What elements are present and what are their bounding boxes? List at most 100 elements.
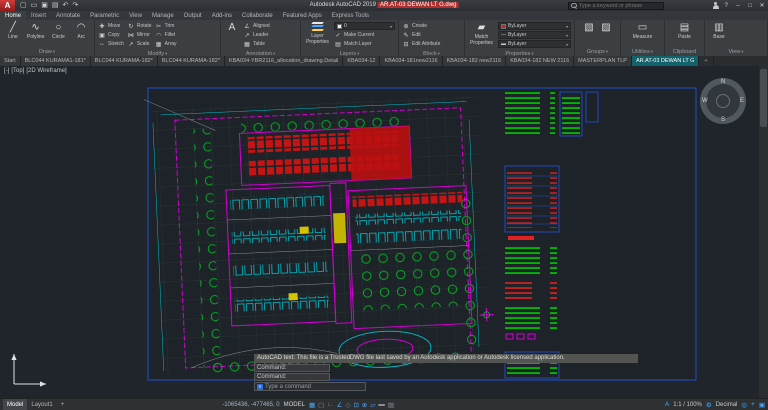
- measure-button[interactable]: ▭Measure: [632, 22, 654, 40]
- coordinates-display[interactable]: -1065436, -477465, 0: [222, 402, 279, 408]
- osnap-toggle-icon[interactable]: ⊡: [353, 401, 358, 409]
- block-panel-caption[interactable]: Block▾: [399, 50, 464, 58]
- linetype-dropdown[interactable]: —ByLayer▾: [498, 31, 571, 39]
- copy-button[interactable]: ▣Copy: [98, 31, 124, 39]
- tab-express-tools[interactable]: Express Tools: [327, 11, 374, 20]
- new-icon[interactable]: ▢: [20, 0, 27, 11]
- tab-manage[interactable]: Manage: [147, 11, 179, 20]
- tab-featured-apps[interactable]: Featured Apps: [278, 11, 327, 20]
- new-layout-button[interactable]: +: [57, 399, 69, 410]
- polar-toggle-icon[interactable]: ∠: [337, 401, 343, 409]
- text-tool-button[interactable]: A: [224, 22, 240, 33]
- annotation-visibility-icon[interactable]: A: [665, 401, 669, 408]
- edit-attribute-button[interactable]: ⊟Edit Attribute: [402, 40, 440, 48]
- new-drawing-tab-button[interactable]: +: [699, 56, 713, 66]
- workspace-gear-icon[interactable]: ⚙: [706, 401, 712, 409]
- tab-insert[interactable]: Insert: [26, 11, 51, 20]
- scale-button[interactable]: ↗Scale: [127, 40, 152, 48]
- object-isolate-icon[interactable]: ◎: [741, 401, 747, 409]
- compass-west[interactable]: W: [702, 98, 708, 104]
- paste-button[interactable]: ▤Paste: [674, 22, 696, 40]
- dynamic-input-toggle-icon[interactable]: ▱: [370, 401, 375, 409]
- model-space-label[interactable]: MODEL: [284, 402, 305, 408]
- arc-button[interactable]: ◠Arc: [71, 22, 91, 40]
- layer-dropdown[interactable]: 0▾: [334, 22, 395, 30]
- groups-panel-caption[interactable]: Groups▾: [575, 48, 620, 56]
- file-tab-start[interactable]: Start: [0, 56, 21, 66]
- match-layer-button[interactable]: ▤Match Layer: [334, 40, 395, 48]
- move-button[interactable]: ✚Move: [98, 22, 124, 30]
- circle-button[interactable]: ○Circle: [49, 22, 69, 40]
- annotation-scale-label[interactable]: 1:1 / 100%: [673, 402, 702, 408]
- navigation-compass[interactable]: N E S W: [700, 78, 746, 124]
- transparency-toggle-icon[interactable]: ▨: [388, 401, 394, 409]
- file-tab-active[interactable]: AR.AT-03 DEWAN LT G: [632, 56, 699, 66]
- ortho-toggle-icon[interactable]: ∟: [327, 401, 333, 409]
- tab-view[interactable]: View: [124, 11, 147, 20]
- create-block-button[interactable]: ⊕Create: [402, 22, 440, 30]
- make-current-button[interactable]: ✓Make Current: [334, 31, 395, 39]
- view-control[interactable]: [Top]: [11, 68, 24, 74]
- clean-screen-icon[interactable]: ▣: [759, 401, 765, 409]
- grid-toggle-icon[interactable]: ▦: [309, 401, 315, 409]
- array-button[interactable]: ▦Array: [155, 40, 177, 48]
- ungroup-button[interactable]: ▨: [599, 22, 613, 33]
- edit-block-button[interactable]: ✎Edit: [402, 31, 440, 39]
- mirror-button[interactable]: ⋈Mirror: [127, 31, 152, 39]
- tab-home[interactable]: Home: [0, 11, 26, 20]
- help-icon[interactable]: ?: [724, 0, 728, 11]
- modify-panel-caption[interactable]: Modify▾: [95, 50, 220, 58]
- file-tab[interactable]: BLC044 KURAMA1-181*: [21, 56, 91, 66]
- minimize-button[interactable]: –: [732, 0, 744, 11]
- lineweight-toggle-icon[interactable]: ▬: [378, 401, 385, 409]
- customize-plus-icon[interactable]: +: [751, 401, 755, 408]
- properties-panel-caption[interactable]: Properties▾: [465, 50, 574, 58]
- utilities-panel-caption[interactable]: Utilities▾: [621, 48, 664, 56]
- snap-toggle-icon[interactable]: ▢: [318, 401, 324, 409]
- base-view-button[interactable]: ▥Base: [708, 22, 730, 40]
- user-icon[interactable]: [712, 2, 719, 10]
- search-input[interactable]: [579, 3, 661, 9]
- otrack-toggle-icon[interactable]: ⊕: [362, 401, 367, 409]
- group-button[interactable]: ▧: [582, 22, 596, 33]
- isodraft-toggle-icon[interactable]: ◇: [345, 401, 350, 409]
- tab-annotate[interactable]: Annotate: [51, 11, 85, 20]
- maximize-button[interactable]: □: [744, 0, 756, 11]
- layers-panel-caption[interactable]: Layers▾: [301, 50, 398, 58]
- undo-icon[interactable]: ↶: [63, 0, 69, 11]
- clipboard-panel-caption[interactable]: Clipboard: [665, 48, 704, 56]
- annotation-panel-caption[interactable]: Annotation▾: [221, 50, 300, 58]
- viewport-menu-control[interactable]: [-]: [4, 68, 9, 74]
- compass-south[interactable]: S: [721, 117, 725, 123]
- scrollbar-thumb[interactable]: [760, 69, 767, 127]
- vertical-scrollbar[interactable]: [758, 66, 768, 398]
- line-button[interactable]: ╱Line: [3, 22, 23, 40]
- tab-collaborate[interactable]: Collaborate: [237, 11, 278, 20]
- tab-addins[interactable]: Add-ins: [207, 11, 237, 20]
- save-icon[interactable]: ▣: [41, 0, 48, 11]
- fillet-button[interactable]: ◠Fillet: [155, 31, 177, 39]
- redo-icon[interactable]: ↷: [72, 0, 78, 11]
- model-space-canvas[interactable]: [-] [Top] [2D Wireframe]: [0, 66, 768, 398]
- polyline-button[interactable]: ∿Polyline: [26, 22, 46, 40]
- tab-output[interactable]: Output: [179, 11, 207, 20]
- units-label[interactable]: Decimal: [716, 402, 738, 408]
- compass-north[interactable]: N: [721, 79, 725, 85]
- close-button[interactable]: ✕: [756, 0, 768, 11]
- table-button[interactable]: ▦Table: [243, 40, 270, 48]
- layer-properties-button[interactable]: Layer Properties: [304, 22, 331, 45]
- model-tab[interactable]: Model: [3, 399, 27, 410]
- trim-button[interactable]: ✂Trim: [155, 22, 177, 30]
- command-input[interactable]: » Type a command: [254, 382, 366, 391]
- tab-parametric[interactable]: Parametric: [85, 11, 124, 20]
- layout1-tab[interactable]: Layout1: [27, 399, 56, 410]
- stretch-button[interactable]: ↔Stretch: [98, 40, 124, 48]
- object-color-dropdown[interactable]: ByLayer▾: [498, 22, 571, 30]
- draw-panel-caption[interactable]: Draw▾: [0, 48, 94, 56]
- file-tab[interactable]: MASTERPLAN TLP: [574, 56, 632, 66]
- compass-east[interactable]: E: [740, 98, 744, 104]
- view-panel-caption[interactable]: View▾: [705, 48, 767, 56]
- visual-style-control[interactable]: [2D Wireframe]: [26, 68, 66, 74]
- aligned-dimension-button[interactable]: ∠Aligned: [243, 22, 270, 30]
- match-properties-button[interactable]: ▰Match Properties: [468, 22, 495, 46]
